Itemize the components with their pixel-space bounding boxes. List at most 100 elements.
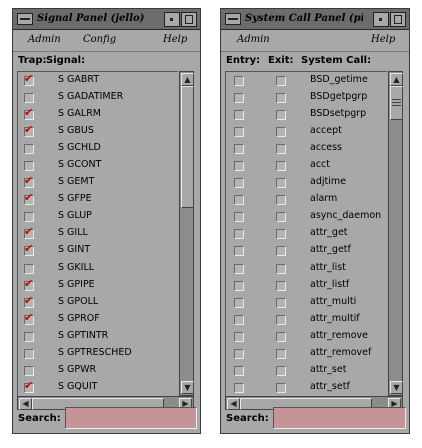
trap-checkbox[interactable]: ✔ (24, 225, 34, 240)
trap-checkbox[interactable] (24, 161, 34, 172)
maximize-button[interactable] (181, 12, 197, 27)
trap-checkbox[interactable]: ✔ (24, 107, 34, 121)
title-bar[interactable]: Signal Panel (jello) (13, 9, 200, 30)
signal-label: S GALRM (58, 108, 102, 120)
menu-admin[interactable]: Admin (28, 34, 61, 45)
header-trap: Trap: (18, 55, 47, 66)
scroll-down-arrow-icon[interactable]: ▼ (390, 381, 403, 394)
exit-checkbox[interactable] (276, 127, 286, 138)
entry-checkbox[interactable] (234, 297, 244, 308)
search-input[interactable] (273, 407, 406, 429)
exit-checkbox[interactable] (276, 280, 286, 291)
trap-checkbox[interactable]: ✔ (24, 123, 34, 138)
entry-checkbox[interactable] (234, 229, 244, 240)
menu-admin[interactable]: Admin (237, 34, 270, 45)
check-mark-icon: ✔ (24, 123, 34, 137)
system-call-label: attr_listf (310, 278, 350, 290)
system-call-row: attr_remove (226, 328, 387, 345)
trap-checkbox[interactable]: ✔ (24, 73, 34, 86)
exit-checkbox[interactable] (276, 348, 286, 359)
exit-checkbox[interactable] (276, 76, 286, 86)
title-bar[interactable]: System Call Panel (pid (221, 9, 409, 30)
exit-checkbox[interactable] (276, 246, 286, 257)
trap-checkbox[interactable]: ✔ (24, 294, 34, 308)
trap-checkbox[interactable] (24, 263, 34, 274)
trap-checkbox[interactable] (24, 348, 34, 359)
exit-checkbox[interactable] (276, 161, 286, 172)
exit-checkbox[interactable] (276, 110, 286, 121)
trap-checkbox[interactable] (24, 93, 34, 104)
entry-checkbox[interactable] (234, 263, 244, 274)
exit-checkbox[interactable] (276, 144, 286, 155)
exit-checkbox[interactable] (276, 229, 286, 240)
window-menu-button[interactable] (17, 13, 33, 25)
trap-checkbox[interactable] (24, 331, 34, 342)
scroll-left-arrow-icon[interactable]: ◀ (227, 398, 240, 410)
exit-checkbox[interactable] (276, 382, 286, 393)
entry-checkbox[interactable] (234, 76, 244, 86)
scroll-thumb[interactable] (390, 86, 403, 120)
trap-checkbox[interactable]: ✔ (24, 192, 34, 206)
entry-checkbox[interactable] (234, 161, 244, 172)
header-entry: Entry: (226, 55, 261, 66)
check-mark-icon: ✔ (24, 225, 34, 239)
vertical-scrollbar[interactable]: ▲ ▼ (179, 71, 194, 396)
search-input[interactable] (65, 407, 197, 429)
system-call-row: attr_getf (226, 242, 387, 259)
trap-checkbox[interactable]: ✔ (24, 277, 34, 291)
system-call-row: BSDsetpgrp (226, 106, 387, 123)
system-call-label: attr_set (310, 363, 347, 375)
exit-checkbox[interactable] (276, 365, 286, 376)
trap-checkbox[interactable] (24, 212, 34, 223)
entry-checkbox[interactable] (234, 144, 244, 155)
menu-help[interactable]: Help (163, 34, 187, 45)
signal-row: ✔ S GPROF (18, 311, 178, 328)
scroll-down-arrow-icon[interactable]: ▼ (181, 381, 194, 394)
entry-checkbox[interactable] (234, 212, 244, 223)
signal-label: S GPOLL (58, 295, 99, 307)
entry-checkbox[interactable] (234, 314, 244, 325)
trap-checkbox[interactable]: ✔ (24, 243, 34, 257)
minimize-button[interactable] (373, 12, 389, 27)
minimize-button[interactable] (164, 12, 180, 27)
exit-checkbox[interactable] (276, 212, 286, 223)
exit-checkbox[interactable] (276, 297, 286, 308)
scroll-left-arrow-icon[interactable]: ◀ (19, 398, 32, 410)
exit-checkbox[interactable] (276, 331, 286, 342)
scroll-up-arrow-icon[interactable]: ▲ (181, 73, 194, 86)
check-mark-icon: ✔ (24, 310, 34, 324)
maximize-button[interactable] (390, 12, 406, 27)
entry-checkbox[interactable] (234, 110, 244, 121)
entry-checkbox[interactable] (234, 365, 244, 376)
entry-checkbox[interactable] (234, 93, 244, 104)
exit-checkbox[interactable] (276, 263, 286, 274)
window-menu-button[interactable] (225, 13, 241, 25)
entry-checkbox[interactable] (234, 195, 244, 206)
exit-checkbox[interactable] (276, 178, 286, 189)
trap-checkbox[interactable] (24, 365, 34, 376)
trap-checkbox[interactable]: ✔ (24, 379, 34, 393)
scroll-up-arrow-icon[interactable]: ▲ (390, 73, 403, 86)
entry-checkbox[interactable] (234, 127, 244, 138)
entry-checkbox[interactable] (234, 280, 244, 291)
scroll-thumb[interactable] (181, 86, 194, 208)
system-call-row: attr_setf (226, 379, 387, 396)
exit-checkbox[interactable] (276, 314, 286, 325)
vertical-scrollbar[interactable]: ▲ ▼ (388, 71, 403, 396)
menu-help[interactable]: Help (371, 34, 395, 45)
exit-checkbox[interactable] (276, 93, 286, 104)
system-call-row: alarm (226, 191, 387, 208)
entry-checkbox[interactable] (234, 246, 244, 257)
menu-config[interactable]: Config (83, 34, 116, 45)
trap-checkbox[interactable] (24, 144, 34, 155)
system-call-row: attr_removef (226, 345, 387, 362)
entry-checkbox[interactable] (234, 178, 244, 189)
exit-checkbox[interactable] (276, 195, 286, 206)
trap-checkbox[interactable]: ✔ (24, 310, 34, 325)
signal-row: ✔ S GQUIT (18, 379, 178, 396)
entry-checkbox[interactable] (234, 331, 244, 342)
entry-checkbox[interactable] (234, 348, 244, 359)
system-call-label: attr_setf (310, 380, 350, 392)
trap-checkbox[interactable]: ✔ (24, 175, 34, 189)
entry-checkbox[interactable] (234, 382, 244, 393)
